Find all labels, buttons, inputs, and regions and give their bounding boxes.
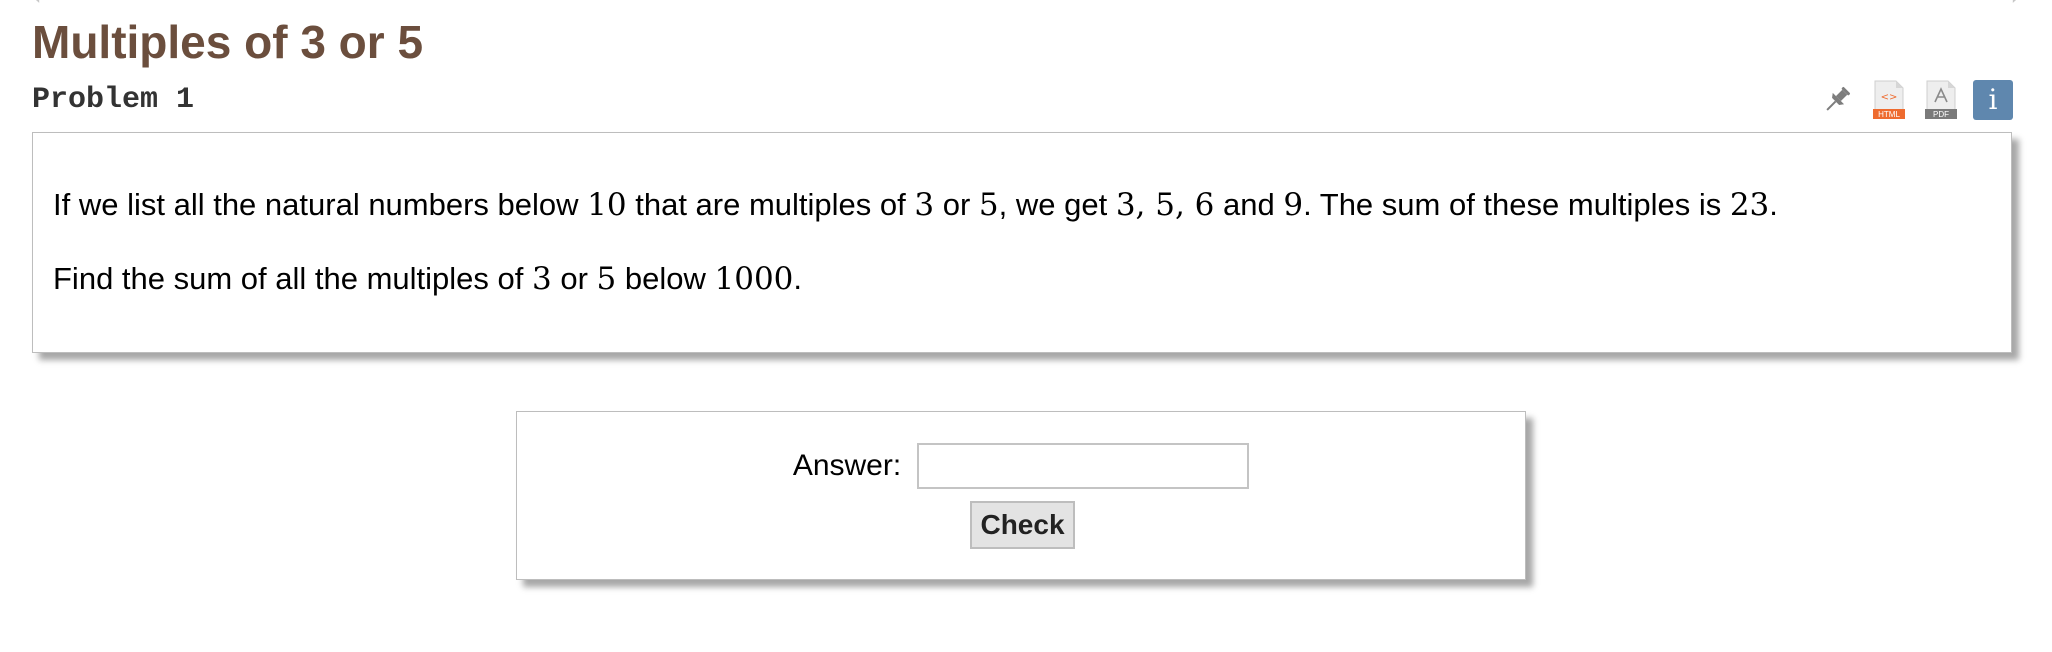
answer-input[interactable] bbox=[917, 443, 1250, 489]
pdf-file-icon: PDF bbox=[1925, 80, 1957, 119]
problem-statement: If we list all the natural numbers below… bbox=[32, 132, 2012, 353]
html-download-button[interactable]: <> HTML bbox=[1869, 80, 1909, 120]
answer-form: Answer: Check bbox=[516, 411, 1526, 580]
problem-toolbar: <> HTML PDF i bbox=[1817, 80, 2013, 120]
answer-label: Answer: bbox=[792, 449, 902, 482]
info-icon: i bbox=[1988, 83, 1998, 116]
problem-paragraph-2: Find the sum of all the multiples of 3 o… bbox=[53, 261, 803, 297]
problem-paragraph-1: If we list all the natural numbers below… bbox=[53, 187, 1778, 223]
check-button[interactable]: Check bbox=[970, 501, 1075, 549]
page-title: Multiples of 3 or 5 bbox=[32, 16, 424, 68]
info-button[interactable]: i bbox=[1973, 80, 2013, 120]
svg-text:PDF: PDF bbox=[1933, 110, 1949, 119]
svg-text:<>: <> bbox=[1881, 92, 1898, 103]
previous-arrow-icon[interactable]: ‹ bbox=[30, 0, 42, 13]
html-file-icon: <> HTML bbox=[1873, 80, 1905, 119]
next-arrow-icon[interactable]: › bbox=[2010, 0, 2022, 13]
pdf-download-button[interactable]: PDF bbox=[1921, 80, 1961, 120]
pin-icon bbox=[1826, 86, 1851, 111]
svg-text:HTML: HTML bbox=[1878, 110, 1900, 119]
problem-number-heading: Problem 1 bbox=[32, 83, 195, 117]
answer-row: Answer: bbox=[517, 443, 1525, 489]
pin-button[interactable] bbox=[1817, 80, 1857, 120]
